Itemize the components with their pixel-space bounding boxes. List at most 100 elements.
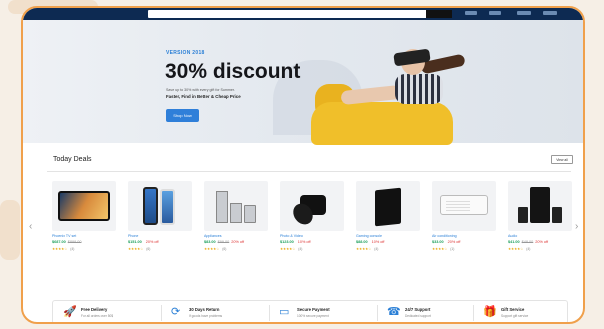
star-icon: ★★★★☆ xyxy=(128,247,144,251)
product-discount: 20% off xyxy=(231,240,245,244)
hero-image-chair xyxy=(311,102,453,145)
view-all-button[interactable]: View all xyxy=(551,155,573,164)
star-icon: ★★★★☆ xyxy=(52,247,68,251)
service-title: 30 Days Return xyxy=(189,307,220,312)
product-discount: 20% off xyxy=(535,240,549,244)
divider xyxy=(47,171,571,172)
card-icon: ▭ xyxy=(279,306,290,318)
product-name[interactable]: Photo & Video xyxy=(280,234,344,238)
divider xyxy=(473,305,474,321)
product-carousel: Phoenix TV set $687.00 $899.00 ★★★★☆ (4) P… xyxy=(52,181,572,271)
product-card[interactable]: Appliances $83.00 $99.00 20% off ★★★★☆ (6) xyxy=(204,181,268,251)
vent-icon xyxy=(446,201,470,211)
product-card[interactable]: Photo & Video $123.00 10% off ★★★★☆ (4) xyxy=(280,181,344,251)
service-support: ☎ 24/7 Support Dedicated support xyxy=(387,304,485,322)
phone-icon xyxy=(160,189,175,225)
product-old-price: $899.00 xyxy=(67,240,82,244)
product-name[interactable]: Phone xyxy=(128,234,192,238)
product-rating: ★★★★☆ (6) xyxy=(204,247,268,251)
product-price: $123.00 xyxy=(280,240,294,244)
support-icon: ☎ xyxy=(387,306,401,318)
product-name[interactable]: Air conditioning xyxy=(432,234,496,238)
nav-link[interactable] xyxy=(465,11,477,15)
product-discount: 20% off xyxy=(145,240,159,244)
search-button[interactable] xyxy=(426,10,452,18)
review-count: (6) xyxy=(222,247,227,251)
product-image-tv[interactable] xyxy=(52,181,116,231)
gift-icon: 🎁 xyxy=(483,306,497,318)
shop-now-button[interactable]: Shop Now xyxy=(166,109,199,122)
product-rating: ★★★★☆ (4) xyxy=(52,247,116,251)
product-card[interactable]: Audio $41.00 $48.00 20% off ★★★★☆ (4) xyxy=(508,181,572,251)
service-title: Secure Payment xyxy=(297,307,330,312)
search-input[interactable] xyxy=(148,10,428,18)
product-price: $687.00 xyxy=(52,240,66,244)
product-name[interactable]: Audio xyxy=(508,234,572,238)
review-count: (6) xyxy=(146,247,151,251)
service-subtitle: Dedicated support xyxy=(405,314,431,318)
service-title: 24/7 Support xyxy=(405,307,431,312)
services-bar: 🚀 Free Delivery For all orders over 50$ … xyxy=(52,300,568,322)
tv-icon xyxy=(58,191,110,221)
product-old-price: $48.00 xyxy=(521,240,534,244)
star-icon: ★★★★☆ xyxy=(508,247,524,251)
service-subtitle: For all orders over 50$ xyxy=(81,314,114,318)
product-price: $33.00 xyxy=(432,240,444,244)
hero-tagline: Faster, Find in Better & Cheap Price xyxy=(166,94,241,99)
hero-headline: 30% discount xyxy=(165,60,301,83)
product-image-appliances[interactable] xyxy=(204,181,268,231)
product-card[interactable]: Gaming console $88.00 10% off ★★★★☆ (4) xyxy=(356,181,420,251)
service-returns: ⟳ 30 Days Return If goods have problems xyxy=(171,304,269,322)
speaker-icon xyxy=(552,207,562,223)
product-image-phone[interactable] xyxy=(128,181,192,231)
product-price: $151.00 xyxy=(128,240,142,244)
product-price: $88.00 xyxy=(356,240,368,244)
phone-icon xyxy=(143,187,158,225)
speaker-icon xyxy=(530,187,550,223)
review-count: (4) xyxy=(70,247,75,251)
nav-link[interactable] xyxy=(543,11,557,15)
service-subtitle: If goods have problems xyxy=(189,314,223,318)
product-discount: 10% off xyxy=(371,240,385,244)
hero-badge: VERSION 2018 xyxy=(166,50,205,56)
background-shape xyxy=(0,200,20,260)
nav-link[interactable] xyxy=(489,11,501,15)
product-rating: ★★★★☆ (6) xyxy=(128,247,192,251)
product-name[interactable]: Phoenix TV set xyxy=(52,234,116,238)
section-title: Today Deals xyxy=(53,156,92,163)
product-image-camera[interactable] xyxy=(280,181,344,231)
product-image-audio[interactable] xyxy=(508,181,572,231)
star-icon: ★★★★☆ xyxy=(432,247,448,251)
stove-icon xyxy=(230,203,242,223)
carousel-prev-arrow[interactable]: ‹ xyxy=(29,221,32,232)
product-name[interactable]: Gaming console xyxy=(356,234,420,238)
washer-icon xyxy=(244,205,256,223)
browser-frame: VERSION 2018 30% discount Save up to 30%… xyxy=(21,6,585,324)
product-name[interactable]: Appliances xyxy=(204,234,268,238)
fridge-icon xyxy=(216,191,228,223)
product-discount: 10% off xyxy=(297,240,311,244)
rocket-icon: 🚀 xyxy=(63,306,77,318)
hero-subtext: Save up to 30% with every gift for Summe… xyxy=(166,88,235,92)
service-title: Gift Service xyxy=(501,307,525,312)
hero-banner: VERSION 2018 30% discount Save up to 30%… xyxy=(23,20,583,145)
star-icon: ★★★★☆ xyxy=(356,247,372,251)
speaker-icon xyxy=(518,207,528,223)
carousel-next-arrow[interactable]: › xyxy=(575,221,578,232)
top-navigation-bar xyxy=(23,8,583,20)
star-icon: ★★★★☆ xyxy=(204,247,220,251)
product-card[interactable]: Air conditioning $33.00 20% off ★★★★☆ (1) xyxy=(432,181,496,251)
service-title: Free Delivery xyxy=(81,307,108,312)
product-card[interactable]: Phoenix TV set $687.00 $899.00 ★★★★☆ (4) xyxy=(52,181,116,251)
service-gift: 🎁 Gift Service Support gift service xyxy=(483,304,563,322)
product-price: $83.00 xyxy=(204,240,216,244)
product-image-console[interactable] xyxy=(356,181,420,231)
divider xyxy=(161,305,162,321)
product-rating: ★★★★☆ (4) xyxy=(508,247,572,251)
product-card[interactable]: Phone $151.00 20% off ★★★★☆ (6) xyxy=(128,181,192,251)
divider xyxy=(377,305,378,321)
nav-link[interactable] xyxy=(517,11,531,15)
service-subtitle: 100% secure payment xyxy=(297,314,329,318)
product-image-air-conditioner[interactable] xyxy=(432,181,496,231)
review-count: (1) xyxy=(450,247,455,251)
